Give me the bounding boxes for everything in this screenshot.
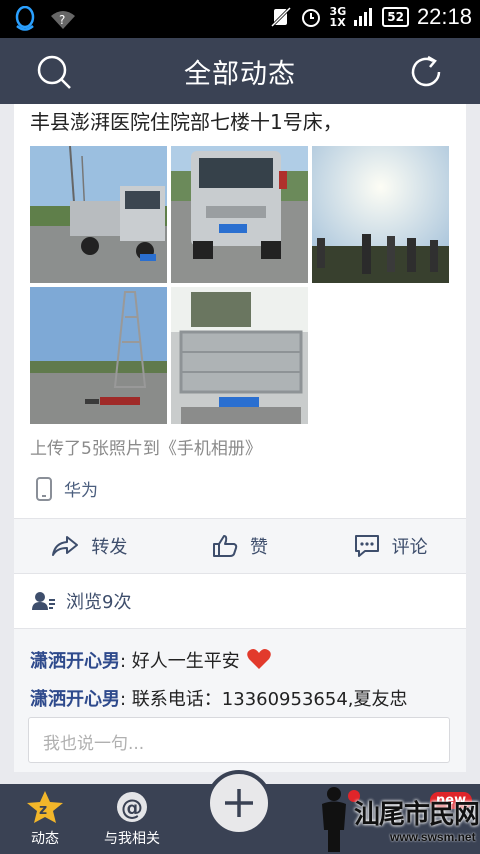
like-label: 赞 — [250, 537, 268, 558]
star-z-icon: z — [27, 791, 63, 823]
nav-related[interactable]: @ 与我相关 — [104, 790, 160, 848]
action-bar: 转发 赞 评论 — [14, 518, 466, 574]
thumbs-up-icon — [213, 535, 238, 557]
compose-button[interactable] — [206, 770, 272, 836]
nav-feed-label: 动态 — [31, 831, 59, 847]
view-count-label: 浏览9次 — [66, 592, 132, 613]
comment-separator: : — [120, 689, 132, 710]
wifi-question-icon: ? — [51, 11, 75, 29]
svg-text:@: @ — [121, 796, 143, 821]
comment-text: 联系电话：13360953654,夏友忠 — [131, 689, 408, 710]
like-button[interactable]: 赞 — [165, 519, 316, 573]
comment-author[interactable]: 潇洒开心男 — [30, 651, 120, 672]
heart-emoji-icon — [246, 649, 271, 669]
phone-icon — [36, 476, 52, 501]
comment-author[interactable]: 潇洒开心男 — [30, 689, 120, 710]
silhouette-figure-icon — [322, 787, 346, 852]
comments-section: 潇洒开心男: 好人一生平安 潇洒开心男: 联系电话：13360953654,夏友… — [14, 628, 466, 772]
status-bar: ? 3G 1X 52 22:18 — [0, 0, 480, 38]
svg-text:z: z — [39, 802, 47, 818]
comment-item: 潇洒开心男: 联系电话：13360953654,夏友忠 — [30, 685, 408, 711]
comment-button[interactable]: 评论 — [315, 519, 466, 573]
watermark-text: 汕尾市民网 — [354, 800, 480, 830]
refresh-icon — [411, 55, 441, 87]
photo-thumbnail[interactable] — [312, 146, 449, 283]
post-text: 丰县澎湃医院住院部七楼十1号床， — [30, 110, 343, 134]
device-name: 华为 — [64, 481, 98, 501]
signal-indicator: 3G 1X — [329, 5, 347, 29]
refresh-button[interactable] — [406, 52, 446, 92]
header-bar: 全部动态 — [0, 38, 480, 104]
battery-level: 52 — [382, 7, 409, 27]
photo-thumbnail[interactable] — [30, 146, 167, 283]
feed-card: 丰县澎湃医院住院部七楼十1号床， 上传了5张照片到《手机相册》 华为 转发 赞 … — [14, 104, 466, 772]
svg-text:?: ? — [59, 13, 65, 27]
reply-input[interactable]: 我也说一句... — [28, 717, 450, 763]
mute-icon — [270, 6, 291, 28]
viewers-icon — [32, 592, 55, 610]
watermark: 汕尾市民网 www.swsm.net — [310, 784, 480, 854]
qq-penguin-icon — [15, 6, 35, 31]
view-count: 浏览9次 — [32, 588, 131, 614]
clock: 22:18 — [416, 4, 472, 29]
nav-feed[interactable]: z 动态 — [26, 790, 64, 848]
nav-related-label: 与我相关 — [104, 831, 160, 847]
share-button[interactable]: 转发 — [14, 519, 165, 573]
at-sign-icon: @ — [117, 792, 147, 822]
comment-bubble-icon — [354, 535, 379, 557]
photo-thumbnail[interactable] — [30, 287, 167, 424]
share-arrow-icon — [52, 536, 79, 556]
signal-bars-icon — [354, 8, 373, 26]
comment-label: 评论 — [391, 537, 428, 558]
watermark-url: www.swsm.net — [390, 830, 476, 844]
upload-info: 上传了5张照片到《手机相册》 — [30, 439, 262, 459]
device-info: 华为 — [36, 476, 98, 501]
plus-icon — [225, 789, 253, 817]
alarm-icon — [301, 9, 320, 27]
photo-thumbnail[interactable] — [171, 146, 308, 283]
photo-thumbnail[interactable] — [171, 287, 308, 424]
comment-text: 好人一生平安 — [131, 651, 240, 672]
comment-separator: : — [120, 651, 132, 672]
share-label: 转发 — [91, 537, 128, 558]
comment-item: 潇洒开心男: 好人一生平安 — [30, 647, 272, 673]
